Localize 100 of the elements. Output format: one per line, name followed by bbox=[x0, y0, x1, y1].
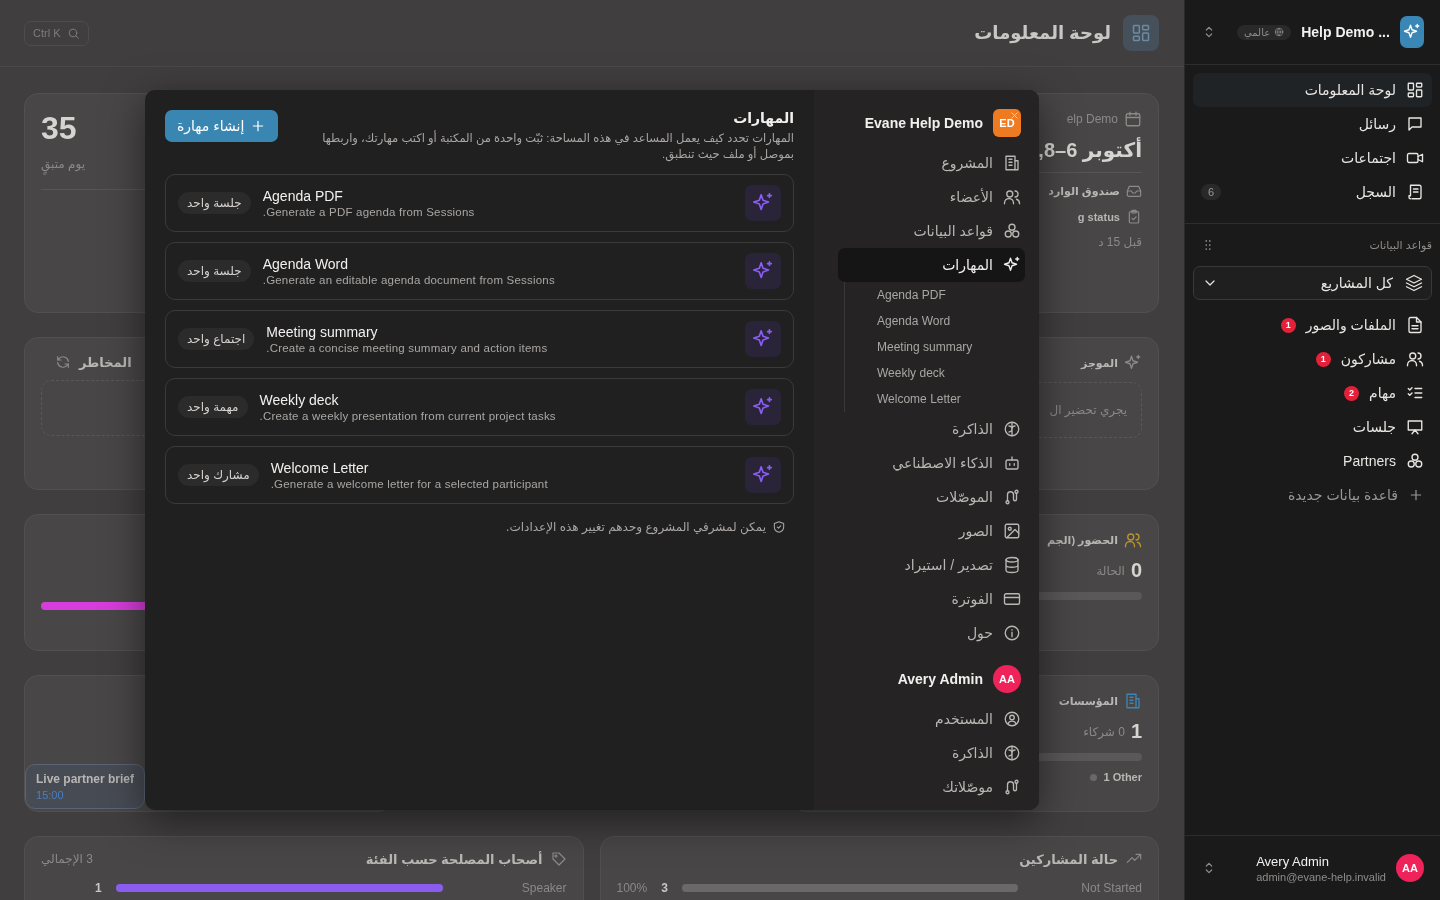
account-name: Avery Admin bbox=[897, 671, 983, 687]
brain-icon bbox=[1003, 420, 1021, 438]
refresh-icon bbox=[55, 354, 71, 370]
settings-nav-item[interactable]: قواعد البيانات bbox=[838, 214, 1025, 248]
skill-description: Generate a PDF agenda from Sessions. bbox=[262, 206, 475, 218]
skill-description: Create a weekly presentation from current project tasks. bbox=[259, 410, 556, 422]
scope-tag: مشارك واحد bbox=[178, 464, 259, 486]
section-title: المهارات bbox=[732, 110, 794, 126]
nav-item[interactable]: اجتماعات bbox=[1193, 141, 1432, 175]
submenu-item[interactable]: Agenda Word bbox=[877, 308, 1025, 334]
submenu-item[interactable]: Agenda PDF bbox=[877, 282, 1025, 308]
section-description: المهارات تحدد كيف يعمل المساعد في هذه المساحة: ثبّت واحدة من المكتبة أو اكتب مهارتك، واربطها بموصل أو ملف حيث تنطبق. bbox=[321, 130, 794, 162]
create-skill-button[interactable]: إنشاء مهارة bbox=[165, 110, 279, 142]
scroll-icon bbox=[1406, 183, 1424, 201]
user-avatar: AA bbox=[993, 665, 1021, 693]
section-heading: قواعد البيانات bbox=[1368, 238, 1432, 252]
card-icon bbox=[1003, 590, 1021, 608]
page-title: لوحة المعلومات bbox=[974, 22, 1111, 44]
sparkle-icon bbox=[1003, 256, 1021, 274]
info-icon bbox=[1003, 624, 1021, 642]
users-icon bbox=[1124, 531, 1142, 549]
summary-message: يجري تحضير ال bbox=[1049, 403, 1127, 417]
sparkle-icon bbox=[745, 389, 781, 425]
settings-nav-item[interactable]: المهارات bbox=[838, 248, 1025, 282]
card-title: الحضور (الجم bbox=[1046, 533, 1118, 547]
submenu-item[interactable]: Meeting summary bbox=[877, 334, 1025, 360]
route-icon bbox=[1003, 778, 1021, 796]
sparkle-icon bbox=[745, 321, 781, 357]
settings-nav-item[interactable]: المشروع bbox=[838, 146, 1025, 180]
settings-nav-item[interactable]: موصّلاتك bbox=[838, 770, 1025, 804]
bar-count: 3 bbox=[661, 881, 668, 895]
card-title: المؤسسات bbox=[1058, 694, 1118, 708]
skill-description: Generate a welcome letter for a selected participant. bbox=[270, 478, 548, 490]
search-icon bbox=[66, 26, 80, 40]
tag-icon bbox=[550, 851, 567, 867]
clipboard-icon bbox=[1126, 209, 1142, 225]
event-title: Live partner brief bbox=[36, 772, 135, 786]
users-icon bbox=[1406, 350, 1424, 368]
calendar-icon bbox=[1124, 110, 1142, 128]
nav-item[interactable]: لوحة المعلومات bbox=[1193, 73, 1432, 107]
sparkle-icon bbox=[1402, 23, 1421, 41]
building-icon bbox=[1124, 692, 1142, 710]
settings-nav-item[interactable]: حول bbox=[838, 616, 1025, 650]
sparkle-icon bbox=[1124, 354, 1142, 372]
event-time: 15:00 bbox=[36, 789, 65, 801]
settings-nav-item[interactable]: المستخدم bbox=[838, 702, 1025, 736]
brain-icon bbox=[1003, 744, 1021, 762]
message-icon bbox=[1406, 115, 1424, 133]
robot-icon bbox=[1003, 454, 1021, 472]
document-icon bbox=[1406, 316, 1424, 334]
settings-nav-item[interactable]: الذاكرة bbox=[838, 736, 1025, 770]
route-icon bbox=[1003, 488, 1021, 506]
scope-tag: جلسة واحد bbox=[178, 192, 251, 214]
live-event[interactable]: Live partner brief 15:00 bbox=[25, 764, 146, 809]
layers-icon bbox=[1405, 274, 1423, 292]
countdown-value: 35 bbox=[41, 110, 77, 147]
status-title: g status bbox=[1077, 211, 1120, 223]
card-title: الموجز bbox=[1081, 356, 1118, 370]
skill-name: Weekly deck bbox=[259, 392, 339, 408]
presentation-icon bbox=[1406, 418, 1424, 436]
nav-item[interactable]: Partners bbox=[1193, 444, 1432, 478]
settings-nav-item[interactable]: الصور bbox=[838, 514, 1025, 548]
user-avatar: AA bbox=[1396, 854, 1424, 882]
permission-note: يمكن لمشرفي المشروع وحدهم تغيير هذه الإعدادات. bbox=[506, 520, 766, 534]
settings-nav-item[interactable]: الذكاء الاصطناعي bbox=[838, 446, 1025, 480]
card-title: حالة المشاركين bbox=[1019, 851, 1118, 867]
shield-icon bbox=[772, 520, 786, 534]
new-database-button[interactable]: قاعدة بيانات جديدة bbox=[1193, 478, 1432, 512]
app-logo[interactable] bbox=[1399, 16, 1424, 48]
close-icon bbox=[1009, 110, 1020, 121]
skill-name: Agenda PDF bbox=[262, 188, 343, 204]
submenu-item[interactable]: Welcome Letter bbox=[877, 386, 1025, 412]
sparkle-icon bbox=[745, 457, 781, 493]
organizations-value: 1 bbox=[1130, 720, 1142, 743]
globe-icon bbox=[1274, 27, 1285, 37]
bar-label: Speaker bbox=[520, 881, 567, 895]
sparkle-icon bbox=[745, 185, 781, 221]
card-title: أصحاب المصلحة حسب الفئة bbox=[365, 851, 543, 867]
status-time: قبل 15 د bbox=[1098, 235, 1142, 249]
submenu-item[interactable]: Weekly deck bbox=[877, 360, 1025, 386]
skill-name: Meeting summary bbox=[266, 324, 378, 340]
image-icon bbox=[1003, 522, 1021, 540]
settings-nav-item[interactable]: الموصّلات bbox=[838, 480, 1025, 514]
settings-nav-item[interactable]: الذاكرة bbox=[838, 412, 1025, 446]
card-title: المخاطر bbox=[79, 354, 132, 370]
skill-description: Generate an editable agenda document from Sessions. bbox=[262, 274, 555, 286]
inbox-label: صندوق الوارد bbox=[1048, 184, 1120, 198]
settings-nav-item[interactable]: تصدير / استيراد bbox=[838, 548, 1025, 582]
scope-tag: اجتماع واحد bbox=[178, 328, 255, 350]
nav-item[interactable]: جلسات bbox=[1193, 410, 1432, 444]
settings-nav-item[interactable]: الفوترة bbox=[838, 582, 1025, 616]
settings-nav-item[interactable]: الأعضاء bbox=[838, 180, 1025, 214]
building-icon bbox=[1003, 154, 1021, 172]
attendance-label: الحالة bbox=[1096, 563, 1125, 578]
project-dropdown[interactable]: كل المشاريع bbox=[1193, 266, 1432, 300]
users-icon bbox=[1003, 188, 1021, 206]
nav-item[interactable]: رسائل bbox=[1193, 107, 1432, 141]
workspace-name: Evane Help Demo bbox=[864, 115, 983, 131]
workspace-avatar: ED bbox=[993, 109, 1021, 137]
notification-badge: 2 bbox=[1344, 385, 1360, 401]
